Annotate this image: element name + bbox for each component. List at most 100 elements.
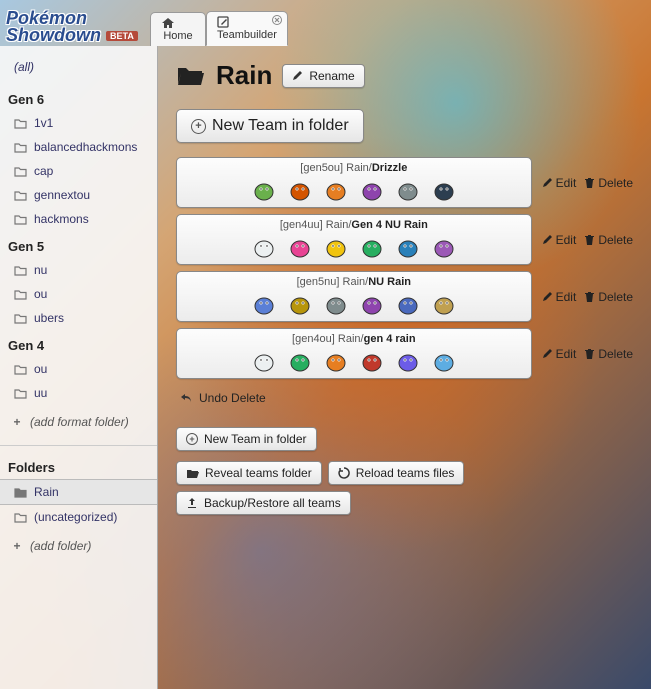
pencil-icon [542, 291, 553, 302]
delete-team-button[interactable]: Delete [584, 176, 633, 190]
delete-label: Delete [598, 347, 633, 361]
team-pokemon-row [185, 176, 523, 204]
sidebar-format-item[interactable]: hackmons [0, 207, 157, 231]
team-box[interactable]: [gen5nu] Rain/NU Rain [176, 271, 532, 322]
logo-beta-badge: BETA [106, 31, 138, 42]
team-pokemon-row [185, 290, 523, 318]
sidebar-format-item[interactable]: ubers [0, 306, 157, 330]
folder-title-row: Rain Rename [176, 60, 633, 91]
pokemon-icon [395, 235, 421, 259]
tab-home[interactable]: Home [150, 12, 206, 46]
team-tag: [gen4uu] [280, 219, 323, 231]
reload-label: Reload teams files [356, 466, 455, 480]
pokemon-icon [251, 349, 277, 373]
team-name: Drizzle [372, 162, 407, 174]
team-box[interactable]: [gen5ou] Rain/Drizzle [176, 157, 532, 208]
team-row: [gen5nu] Rain/NU Rain Edit Delete [176, 271, 633, 322]
backup-button[interactable]: Backup/Restore all teams [176, 491, 351, 515]
reveal-label: Reveal teams folder [205, 466, 312, 480]
team-tag: [gen5nu] [297, 276, 340, 288]
edit-team-button[interactable]: Edit [542, 347, 577, 361]
sidebar-folder-item[interactable]: (uncategorized) [0, 505, 157, 529]
delete-label: Delete [598, 176, 633, 190]
pokemon-icon [287, 178, 313, 202]
new-team-big-label: New Team in folder [212, 117, 349, 135]
reveal-folder-button[interactable]: Reveal teams folder [176, 461, 322, 485]
team-pokemon-row [185, 347, 523, 375]
close-icon[interactable] [272, 15, 282, 25]
sidebar-format-label: hackmons [34, 212, 89, 226]
folder-name: Rain [216, 60, 272, 91]
team-list: [gen5ou] Rain/Drizzle Edit Delete [gen4uu] … [176, 157, 633, 379]
sidebar-add-folder[interactable]: + (add folder) [0, 529, 157, 563]
team-box[interactable]: [gen4ou] Rain/gen 4 rain [176, 328, 532, 379]
sidebar-add-folder-label: (add folder) [30, 539, 91, 553]
pokemon-icon [323, 178, 349, 202]
sidebar-folder-item[interactable]: Rain [0, 479, 157, 505]
pokemon-icon [287, 292, 313, 316]
reload-button[interactable]: Reload teams files [328, 461, 465, 485]
folder-icon [14, 289, 28, 300]
tab-teambuilder[interactable]: Teambuilder [206, 11, 288, 46]
pencil-icon [542, 177, 553, 188]
pokemon-icon [359, 178, 385, 202]
folder-icon [14, 118, 28, 129]
edit-team-button[interactable]: Edit [542, 233, 577, 247]
trash-icon [584, 348, 595, 360]
upload-icon [186, 497, 198, 509]
plus-circle-icon: + [191, 119, 206, 134]
delete-label: Delete [598, 290, 633, 304]
sidebar-add-format-label: (add format folder) [30, 415, 129, 429]
delete-team-button[interactable]: Delete [584, 347, 633, 361]
edit-team-button[interactable]: Edit [542, 290, 577, 304]
sidebar-format-item[interactable]: ou [0, 282, 157, 306]
folder-icon [14, 364, 28, 375]
team-tag: [gen4ou] [292, 333, 335, 345]
team-folder: Rain [343, 276, 366, 288]
team-folder: Rain [326, 219, 349, 231]
folder-open-icon [176, 64, 206, 88]
pokemon-icon [323, 292, 349, 316]
pokemon-icon [287, 349, 313, 373]
sidebar-format-label: ou [34, 287, 47, 301]
sidebar-format-item[interactable]: gennextou [0, 183, 157, 207]
plus-circle-icon: + [186, 433, 198, 445]
sidebar-all[interactable]: (all) [0, 54, 157, 84]
team-name: gen 4 rain [364, 333, 416, 345]
new-team-button-big[interactable]: + New Team in folder [176, 109, 364, 143]
team-label: [gen5nu] Rain/NU Rain [185, 276, 523, 288]
new-team-button-small[interactable]: + New Team in folder [176, 427, 317, 451]
sidebar-format-item[interactable]: ou [0, 357, 157, 381]
pokemon-icon [287, 235, 313, 259]
content: Rain Rename + New Team in folder [gen5ou… [158, 46, 651, 689]
edit-label: Edit [556, 176, 577, 190]
button-row-1: + New Team in folder [176, 427, 633, 451]
sidebar-format-item[interactable]: 1v1 [0, 111, 157, 135]
sidebar-format-item[interactable]: nu [0, 258, 157, 282]
team-label: [gen4ou] Rain/gen 4 rain [185, 333, 523, 345]
sidebar-format-item[interactable]: balancedhackmons [0, 135, 157, 159]
pokemon-icon [431, 292, 457, 316]
team-actions: Edit Delete [532, 328, 633, 379]
logo[interactable]: Pokémon Showdown BETA [0, 8, 150, 46]
sidebar-add-format[interactable]: + (add format folder) [0, 405, 157, 439]
undo-delete[interactable]: Undo Delete [176, 385, 633, 411]
team-box[interactable]: [gen4uu] Rain/Gen 4 NU Rain [176, 214, 532, 265]
folder-open-icon [186, 468, 199, 479]
rename-button[interactable]: Rename [282, 64, 364, 88]
sidebar-format-item[interactable]: cap [0, 159, 157, 183]
tab-bar: Home Teambuilder [150, 0, 288, 46]
sidebar-gen-heading: Gen 6 [0, 84, 157, 111]
folder-icon [14, 313, 28, 324]
undo-label: Undo Delete [199, 391, 266, 405]
trash-icon [584, 291, 595, 303]
sidebar-format-item[interactable]: uu [0, 381, 157, 405]
team-actions: Edit Delete [532, 214, 633, 265]
delete-team-button[interactable]: Delete [584, 233, 633, 247]
pokemon-icon [359, 235, 385, 259]
sidebar-format-label: gennextou [34, 188, 90, 202]
divider [0, 445, 157, 446]
delete-team-button[interactable]: Delete [584, 290, 633, 304]
edit-team-button[interactable]: Edit [542, 176, 577, 190]
logo-line2: Showdown [6, 25, 101, 45]
